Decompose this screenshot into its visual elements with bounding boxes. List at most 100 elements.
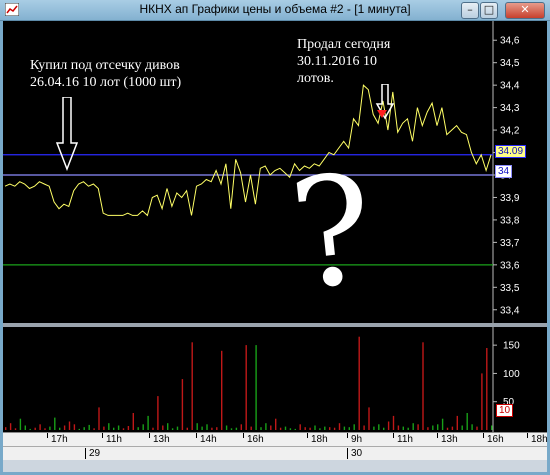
time-tick-mark [243, 433, 244, 438]
volume-bar [240, 424, 242, 430]
volume-bar [142, 424, 144, 430]
volume-bar [491, 425, 493, 430]
volume-bar [152, 427, 154, 430]
volume-bar [98, 407, 100, 430]
buy-annotation-line1: Купил под отсечку дивов [30, 58, 180, 73]
volume-bar [284, 426, 287, 430]
volume-bar [343, 426, 346, 430]
volume-bar [392, 415, 395, 430]
volume-bar [54, 417, 56, 430]
volume-bar [206, 424, 208, 430]
volume-bar [167, 423, 169, 430]
date-axis: 29 30 [3, 446, 547, 461]
volume-bar [260, 427, 262, 430]
time-tick-mark [393, 433, 394, 438]
volume-bar [24, 425, 26, 430]
sell-annotation-line2: 30.11.2016 10 [297, 54, 377, 69]
volume-bar [378, 424, 380, 430]
volume-bar [49, 426, 51, 430]
minimize-button[interactable]: – [461, 2, 479, 19]
time-tick-mark [483, 433, 484, 438]
volume-bar [265, 423, 267, 430]
time-tick-mark [47, 433, 48, 438]
time-tick-label: 11h [106, 434, 122, 445]
volume-bar [466, 413, 468, 430]
volume-bar [88, 424, 90, 430]
volume-bar [44, 428, 46, 430]
volume-bar [186, 427, 188, 430]
time-tick-label: 18h [311, 434, 328, 445]
volume-bar [113, 427, 115, 430]
volume-bar [441, 418, 444, 430]
price-tick-label: 33,9 [500, 193, 520, 204]
volume-bar [34, 427, 36, 430]
volume-bar [132, 413, 134, 430]
price-tick-label: 33,4 [500, 305, 520, 316]
date-tick-label: 30 [347, 448, 362, 459]
level-price-badge: 34 [495, 165, 513, 178]
current-price-badge: 34.09 [495, 145, 527, 158]
time-tick-label: 11h [397, 434, 413, 445]
volume-bar [250, 426, 252, 430]
title-bar[interactable]: НКНХ ап Графики цены и объема #2 - [1 ми… [0, 0, 550, 21]
time-tick-mark [149, 433, 150, 438]
volume-bar [9, 423, 12, 430]
volume-tick-label: 100 [503, 369, 520, 380]
volume-bar [279, 427, 282, 430]
volume-bar [461, 425, 463, 430]
volume-bar [137, 427, 139, 430]
volume-bar [324, 426, 326, 430]
price-tick-label: 34,6 [500, 36, 520, 47]
volume-bar [383, 427, 385, 430]
volume-bar [486, 348, 488, 430]
time-tick-label: 13h [153, 434, 170, 445]
volume-bar [446, 427, 449, 430]
time-tick-label: 9h [351, 434, 363, 445]
time-tick-mark [102, 433, 103, 438]
volume-chart[interactable]: 15010050 [3, 327, 547, 432]
app-window: НКНХ ап Графики цены и объема #2 - [1 ми… [0, 0, 550, 475]
maximize-button[interactable]: □ [480, 2, 498, 19]
volume-bar [476, 426, 478, 430]
volume-bar [78, 428, 80, 430]
price-tick-label: 33,7 [500, 238, 520, 249]
volume-bar [221, 350, 223, 430]
volume-bar [201, 426, 203, 430]
volume-bar [289, 428, 292, 430]
volume-bar [191, 342, 193, 430]
sell-annotation: Продал сегодня 30.11.2016 10 лотов. [297, 36, 390, 87]
volume-bar [59, 427, 61, 430]
buy-annotation-line2: 26.04.16 10 лот (1000 шт) [30, 75, 182, 90]
time-tick-mark [527, 433, 528, 438]
volume-bar [402, 426, 404, 430]
time-tick-label: 16h [247, 434, 264, 445]
volume-bar [245, 345, 247, 430]
volume-bar [5, 427, 7, 430]
volume-bar [270, 425, 272, 430]
volume-bar [451, 426, 454, 430]
time-tick-mark [437, 433, 438, 438]
volume-bar [309, 427, 311, 430]
volume-bar [93, 428, 95, 430]
volume-bar [162, 425, 164, 430]
close-button[interactable]: ✕ [505, 2, 545, 19]
volume-bar [127, 426, 130, 430]
time-tick-label: 13h [441, 434, 458, 445]
volume-bar [412, 423, 414, 430]
price-tick-label: 33,5 [500, 283, 520, 294]
sell-annotation-line1: Продал сегодня [297, 37, 391, 52]
volume-bar [157, 396, 159, 430]
volume-bar [196, 423, 198, 430]
volume-bar [117, 425, 120, 430]
volume-bar [103, 426, 105, 430]
volume-bar [181, 379, 184, 430]
volume-bar [432, 425, 434, 430]
price-tick-label: 34,2 [500, 126, 520, 137]
price-tick-label: 33,6 [500, 260, 520, 271]
volume-bar [235, 427, 238, 430]
volume-bar [294, 428, 296, 430]
volume-bar [329, 427, 331, 430]
volume-bar [353, 424, 355, 430]
time-axis: 17h 11h 13h 14h 16h 18h 9h 11h 13h 16h 18h [3, 432, 548, 447]
time-tick-mark [196, 433, 197, 438]
